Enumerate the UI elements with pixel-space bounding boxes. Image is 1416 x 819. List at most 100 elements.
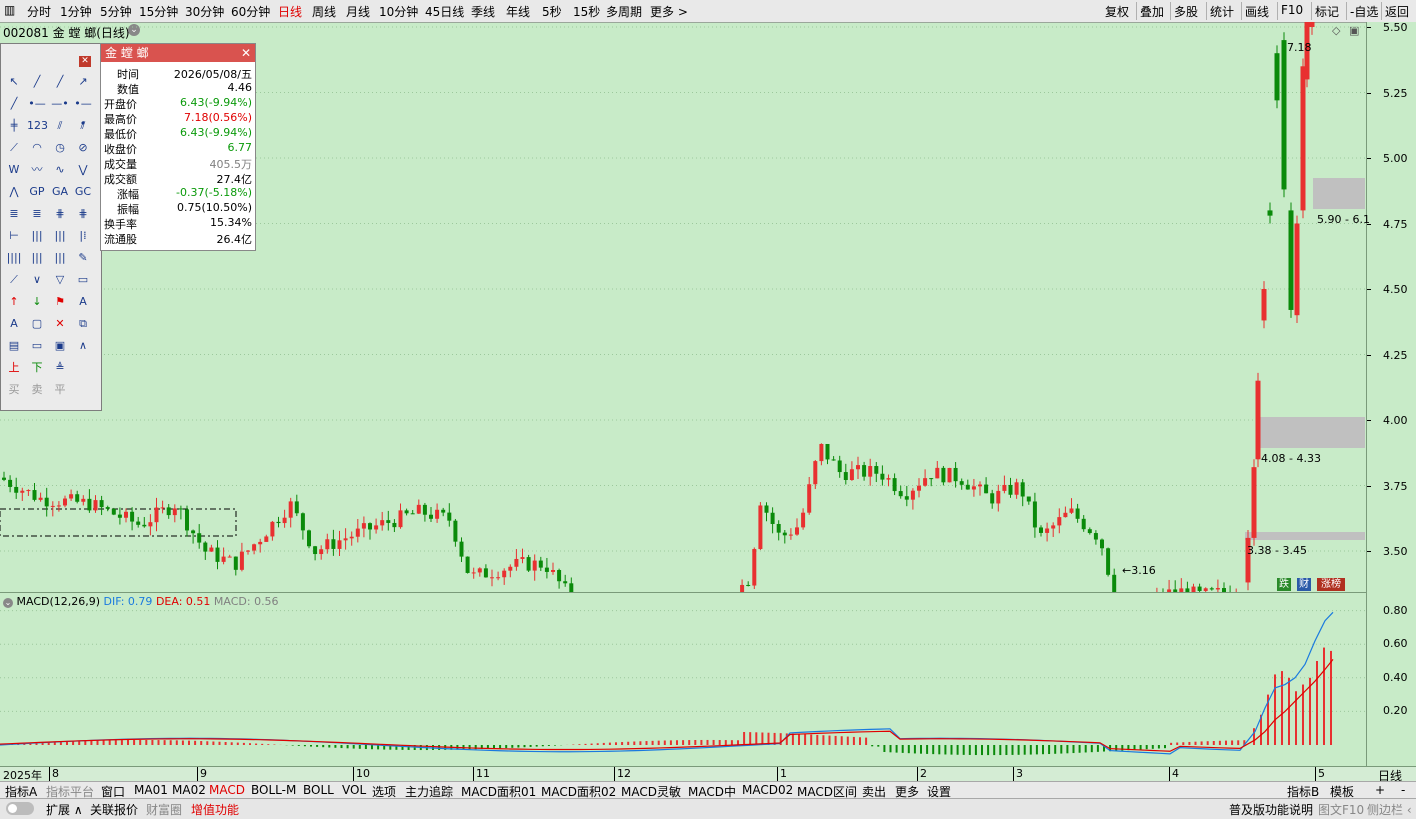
period-tab[interactable]: 更多 >	[650, 3, 688, 20]
parallel2-tool-icon[interactable]: ⫽	[73, 116, 93, 136]
cursor-tool-icon[interactable]: ↖	[4, 72, 24, 92]
period-tab[interactable]: 5秒	[542, 3, 562, 20]
indicator-tab[interactable]: MACD02	[742, 783, 793, 797]
bottom-tab[interactable]: 关联报价	[90, 801, 138, 818]
dash-tool-icon[interactable]: —•	[50, 94, 70, 114]
gann2-tool-icon[interactable]: ≣	[27, 204, 47, 224]
paint-tool-icon[interactable]: ⧉	[73, 314, 93, 334]
uparrow-tool-icon[interactable]: ↑	[4, 292, 24, 312]
segment-tool-icon[interactable]: ╱	[4, 94, 24, 114]
period-tab[interactable]: 1分钟	[60, 3, 92, 20]
parallel-tool-icon[interactable]: ⫽	[50, 116, 70, 136]
period-tab[interactable]: 分时	[27, 3, 51, 20]
period-tab[interactable]: 多周期	[606, 3, 642, 20]
W-tool-icon[interactable]: W	[4, 160, 24, 180]
bottom-tab[interactable]: 财富圈	[146, 801, 182, 818]
period-tab[interactable]: 年线	[506, 3, 530, 20]
tool-button[interactable]: 叠加	[1140, 3, 1164, 20]
badge-fall[interactable]: 跌	[1277, 578, 1291, 591]
period-tab[interactable]: 15分钟	[139, 3, 178, 20]
indicator-tab[interactable]: MA02	[172, 783, 206, 797]
window-tool-icon[interactable]: ▣	[50, 336, 70, 356]
line-tool-icon[interactable]: ╱	[50, 72, 70, 92]
tool-button[interactable]: 统计	[1210, 3, 1234, 20]
macd-chart[interactable]	[0, 592, 1366, 766]
gann4-tool-icon[interactable]: ⋕	[73, 204, 93, 224]
period-tab[interactable]: 日线	[278, 3, 302, 20]
redflag-tool-icon[interactable]: ⚑	[50, 292, 70, 312]
indicator-tab[interactable]: MACD	[209, 783, 245, 797]
zigzag-tool-icon[interactable]: ⋀	[4, 182, 24, 202]
signal-tool-icon[interactable]: ≜	[50, 358, 70, 378]
badge-rank[interactable]: 涨榜	[1317, 578, 1345, 591]
cycle2-tool-icon[interactable]: |||	[27, 226, 47, 246]
dotline-tool-icon[interactable]: •—	[27, 94, 47, 114]
bottom-right-link[interactable]: 普及版功能说明	[1229, 801, 1313, 818]
period-tab[interactable]: 季线	[471, 3, 495, 20]
chevron-tool-icon[interactable]: ∨	[27, 270, 47, 290]
cycle3-tool-icon[interactable]: |||	[50, 226, 70, 246]
chevron-down-icon[interactable]: ⌄	[3, 598, 13, 608]
GC-tool-icon[interactable]: GC	[73, 182, 93, 202]
period-tab[interactable]: 15秒	[573, 3, 600, 20]
fan-tool-icon[interactable]: ⟋	[4, 270, 24, 290]
-tool-icon[interactable]: 下	[27, 358, 47, 378]
cycle-tool-icon[interactable]: ⊢	[4, 226, 24, 246]
bottom-right-link[interactable]: 图文F10	[1318, 801, 1364, 818]
tool-button[interactable]: 标记	[1315, 3, 1339, 20]
close-icon[interactable]: ✕	[79, 56, 91, 67]
downarrow-tool-icon[interactable]: ↓	[27, 292, 47, 312]
period-tab[interactable]: 月线	[346, 3, 370, 20]
wave2-tool-icon[interactable]: ∿	[50, 160, 70, 180]
wave3-tool-icon[interactable]: ⋁	[73, 160, 93, 180]
delete-tool-icon[interactable]: ✕	[50, 314, 70, 334]
textA-tool-icon[interactable]: A	[4, 314, 24, 334]
dotdash-tool-icon[interactable]: •—•	[73, 94, 93, 130]
cycle4-tool-icon[interactable]: |⁞	[73, 226, 93, 246]
tool-button[interactable]: 返回	[1385, 3, 1409, 20]
line-tool-icon[interactable]: ╱	[27, 72, 47, 92]
note-tool-icon[interactable]: ▤	[4, 336, 24, 356]
indicator-tab[interactable]: BOLL-M	[251, 783, 296, 797]
bars-tool-icon[interactable]: ||||	[4, 248, 24, 268]
indicator-tab[interactable]: BOLL	[303, 783, 334, 797]
close-icon[interactable]: ✕	[241, 44, 251, 62]
layout-icon[interactable]: ▥	[4, 3, 15, 17]
selectbox-tool-icon[interactable]: ▢	[27, 314, 47, 334]
template-tab[interactable]: -	[1401, 783, 1405, 797]
toggle-switch[interactable]	[6, 802, 34, 815]
GP-tool-icon[interactable]: GP	[27, 182, 47, 202]
period-tab[interactable]: 周线	[312, 3, 336, 20]
gann3-tool-icon[interactable]: ⋕	[50, 204, 70, 224]
pencil-tool-icon[interactable]: ✎	[73, 248, 93, 268]
circle-tool-icon[interactable]: ◷	[50, 138, 70, 158]
tool-button[interactable]: 画线	[1245, 3, 1269, 20]
vertical-tool-icon[interactable]: ╪	[4, 116, 24, 136]
tool-button[interactable]: 复权	[1105, 3, 1129, 20]
fib-tool-icon[interactable]: ⟋	[4, 138, 24, 158]
trade-button[interactable]: 平	[50, 380, 70, 400]
trade-button[interactable]: 买	[4, 380, 24, 400]
wave-tool-icon[interactable]: 〰	[27, 160, 47, 180]
bottom-right-link[interactable]: 侧边栏 ‹	[1367, 801, 1412, 818]
gann-tool-icon[interactable]: ≣	[4, 204, 24, 224]
template-tab[interactable]: +	[1375, 783, 1385, 797]
GA-tool-icon[interactable]: GA	[50, 182, 70, 202]
A-tool-icon[interactable]: A	[73, 292, 93, 312]
arc-tool-icon[interactable]: ◠	[27, 138, 47, 158]
period-tab[interactable]: 60分钟	[231, 3, 270, 20]
circleslash-tool-icon[interactable]: ⊘	[73, 138, 93, 158]
rect-tool-icon[interactable]: ▭	[73, 270, 93, 290]
ray-tool-icon[interactable]: ↗	[73, 72, 93, 92]
period-tab[interactable]: 5分钟	[100, 3, 132, 20]
bottom-tab[interactable]: 扩展 ∧	[46, 801, 83, 818]
ruler-tool-icon[interactable]: ▭	[27, 336, 47, 356]
indicator-tab[interactable]: MA01	[134, 783, 168, 797]
triangle-tool-icon[interactable]: ▽	[50, 270, 70, 290]
indicator-tab[interactable]: VOL	[342, 783, 366, 797]
bars2-tool-icon[interactable]: |||	[27, 248, 47, 268]
123-tool-icon[interactable]: 123	[27, 116, 48, 136]
bars3-tool-icon[interactable]: |||	[50, 248, 70, 268]
tool-button[interactable]: -自选	[1350, 3, 1378, 20]
trade-button[interactable]: 卖	[27, 380, 47, 400]
